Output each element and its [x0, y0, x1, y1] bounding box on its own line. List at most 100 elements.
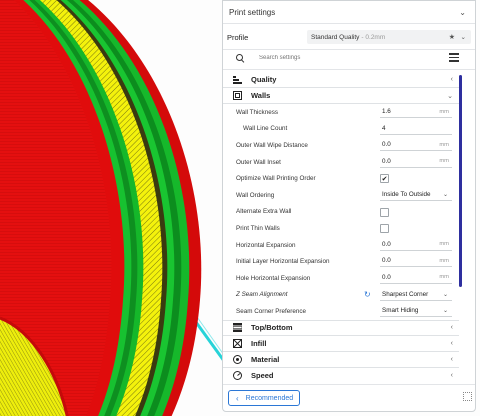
setting-value: Sharpest Corner [382, 290, 429, 298]
setting-label: Horizontal Expansion [236, 241, 296, 249]
divider [223, 23, 475, 24]
setting-label: Wall Ordering [236, 191, 275, 199]
profile-row: Profile Standard Quality - 0.2mm ★ ⌄ [223, 27, 475, 47]
unit-label: mm [439, 158, 449, 165]
unit-label: mm [439, 257, 449, 264]
category-label: Material [251, 354, 280, 364]
chevron-left-icon: ‹ [450, 324, 453, 332]
category-infill[interactable]: Infill ‹ [223, 336, 459, 352]
setting-horizontal-expansion: Horizontal Expansion 0.0 mm [223, 237, 459, 254]
category-label: Quality [251, 75, 277, 84]
chevron-left-icon: ‹ [450, 339, 453, 347]
setting-value: Inside To Outside [382, 190, 431, 198]
chevron-down-icon: ⌄ [442, 291, 448, 298]
setting-value: 0.0 [382, 257, 391, 265]
infill-icon [233, 338, 242, 348]
chevron-left-icon: ‹ [450, 372, 453, 380]
setting-label: Hole Horizontal Expansion [236, 274, 311, 282]
unit-label: mm [439, 241, 449, 248]
outer-wall-wipe-distance-input[interactable]: 0.0 mm [380, 139, 452, 152]
setting-print-thin-walls: Print Thin Walls [223, 220, 459, 237]
seam-corner-preference-dropdown[interactable]: Smart Hiding ⌄ [380, 305, 452, 318]
divider [223, 69, 475, 70]
profile-label: Profile [227, 32, 249, 42]
chevron-down-icon: ⌄ [460, 34, 466, 41]
setting-label: Wall Line Count [243, 125, 288, 133]
setting-alternate-extra-wall: Alternate Extra Wall [223, 204, 459, 221]
profile-select[interactable]: Standard Quality - 0.2mm ★ ⌄ [307, 30, 471, 44]
setting-optimize-wall-printing-order: Optimize Wall Printing Order ✔ [223, 170, 459, 187]
chevron-down-icon[interactable]: ⌄ [459, 8, 466, 17]
wall-thickness-input[interactable]: 1.6 mm [380, 106, 452, 118]
profile-name: Standard Quality [311, 33, 360, 41]
category-quality[interactable]: Quality ‹ [223, 72, 459, 88]
setting-label: Alternate Extra Wall [236, 208, 292, 216]
z-seam-alignment-dropdown[interactable]: Sharpest Corner ⌄ [380, 289, 452, 301]
setting-initial-layer-horizontal-expansion: Initial Layer Horizontal Expansion 0.0 m… [223, 253, 459, 270]
setting-label: Outer Wall Inset [236, 158, 281, 166]
wall-line-count-input[interactable]: 4 [380, 122, 452, 135]
recommended-label: Recommended [245, 394, 294, 402]
horizontal-expansion-input[interactable]: 0.0 mm [380, 238, 452, 251]
panel-footer: ‹ Recommended [223, 384, 475, 412]
category-label: Infill [251, 338, 267, 348]
resize-handle-icon[interactable] [463, 392, 472, 401]
setting-label: Optimize Wall Printing Order [236, 175, 316, 183]
settings-scrollbar[interactable] [459, 75, 462, 287]
setting-label: Z Seam Alignment [236, 291, 288, 299]
setting-value: 0.0 [382, 141, 391, 149]
setting-label: Print Thin Walls [236, 224, 280, 232]
category-speed[interactable]: Speed ‹ [223, 368, 459, 384]
hole-horizontal-expansion-input[interactable]: 0.0 mm [380, 271, 452, 284]
setting-wall-thickness: Wall Thickness 1.6 mm [223, 104, 459, 121]
search-box[interactable] [233, 50, 445, 66]
checkmark-icon: ✔ [381, 175, 388, 183]
initial-layer-horizontal-expansion-input[interactable]: 0.0 mm [380, 255, 452, 268]
setting-value: 4 [382, 124, 386, 132]
setting-value: 0.0 [382, 157, 391, 165]
setting-label: Seam Corner Preference [236, 307, 306, 315]
setting-seam-corner-preference: Seam Corner Preference Smart Hiding ⌄ [223, 303, 459, 320]
setting-value: 0.0 [382, 273, 391, 281]
setting-value: Smart Hiding [382, 307, 419, 315]
setting-value: 1.6 [382, 108, 391, 115]
unit-label: mm [439, 108, 449, 115]
material-icon [233, 354, 242, 364]
setting-z-seam-alignment: Z Seam Alignment ↻ Sharpest Corner ⌄ [223, 287, 459, 304]
wall-ordering-dropdown[interactable]: Inside To Outside ⌄ [380, 189, 452, 201]
print-thin-walls-checkbox[interactable] [380, 224, 389, 234]
menu-icon[interactable] [449, 53, 459, 62]
unit-label: mm [439, 141, 449, 148]
alternate-extra-wall-checkbox[interactable] [380, 207, 389, 217]
category-material[interactable]: Material ‹ [223, 352, 459, 368]
category-walls[interactable]: Walls ⌄ [223, 88, 459, 104]
chevron-left-icon: ‹ [450, 76, 453, 83]
category-label: Top/Bottom [251, 323, 293, 333]
setting-label: Initial Layer Horizontal Expansion [236, 258, 330, 266]
quality-icon [233, 75, 242, 84]
setting-outer-wall-inset: Outer Wall Inset 0.0 mm [223, 154, 459, 171]
category-label: Speed [251, 371, 274, 381]
reset-icon[interactable]: ↻ [364, 290, 371, 299]
search-input[interactable] [259, 55, 429, 61]
panel-header[interactable]: Print settings ⌄ [223, 1, 475, 23]
setting-outer-wall-wipe-distance: Outer Wall Wipe Distance 0.0 mm [223, 137, 459, 154]
speed-icon [233, 371, 242, 381]
chevron-left-icon: ‹ [450, 355, 453, 363]
setting-hole-horizontal-expansion: Hole Horizontal Expansion 0.0 mm [223, 270, 459, 287]
category-top-bottom[interactable]: Top/Bottom ‹ [223, 319, 459, 336]
unit-label: mm [439, 274, 449, 281]
chevron-left-icon: ‹ [236, 393, 239, 403]
chevron-down-icon: ⌄ [442, 191, 448, 198]
print-settings-panel: Print settings ⌄ Profile Standard Qualit… [222, 0, 476, 412]
top-bottom-icon [233, 323, 242, 333]
panel-title: Print settings [229, 7, 276, 17]
outer-wall-inset-input[interactable]: 0.0 mm [380, 155, 452, 168]
settings-list: Quality ‹ Walls ⌄ Wall Thickness 1.6 mm … [223, 72, 459, 384]
setting-label: Wall Thickness [236, 108, 278, 116]
profile-detail: - 0.2mm [361, 33, 386, 41]
setting-value: 0.0 [382, 240, 391, 248]
recommended-button[interactable]: ‹ Recommended [228, 390, 300, 406]
optimize-wall-printing-order-checkbox[interactable]: ✔ [380, 174, 389, 184]
star-icon[interactable]: ★ [449, 33, 455, 41]
